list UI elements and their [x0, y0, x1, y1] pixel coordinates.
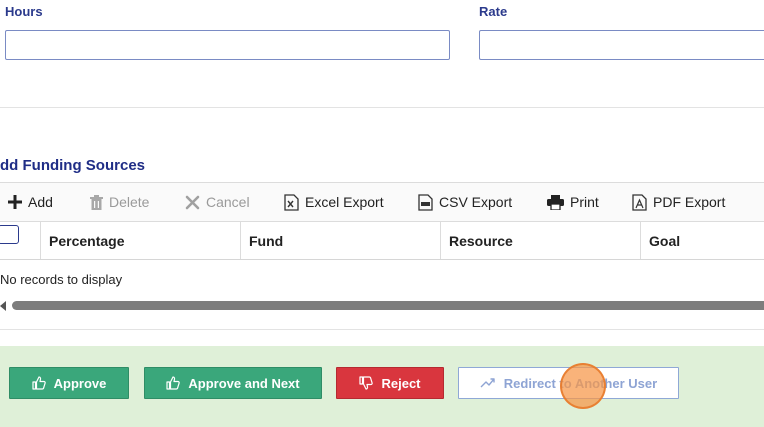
- column-header-fund[interactable]: Fund: [240, 222, 440, 259]
- grid-toolbar: Add Delete Cancel Excel Export CSV Expor…: [0, 182, 764, 222]
- thumbs-up-icon: [166, 376, 181, 390]
- approve-button[interactable]: Approve: [9, 367, 129, 399]
- add-button[interactable]: Add: [8, 183, 53, 221]
- plus-icon: [8, 195, 22, 209]
- select-all-checkbox[interactable]: [0, 225, 19, 244]
- csv-export-button[interactable]: CSV Export: [418, 183, 512, 221]
- hours-label: Hours: [5, 4, 43, 19]
- empty-grid-message: No records to display: [0, 272, 123, 287]
- delete-label: Delete: [109, 194, 150, 210]
- approve-label: Approve: [53, 375, 107, 391]
- column-header-percentage[interactable]: Percentage: [40, 222, 240, 259]
- grid-bottom-divider: [0, 329, 764, 330]
- csv-file-icon: [418, 193, 433, 211]
- thumbs-down-icon: [359, 376, 374, 390]
- rate-label: Rate: [479, 4, 508, 19]
- hours-input[interactable]: [5, 30, 450, 60]
- trash-icon: [90, 194, 103, 210]
- column-header-goal[interactable]: Goal: [640, 222, 764, 259]
- cancel-button[interactable]: Cancel: [185, 183, 250, 221]
- trending-arrow-icon: [480, 378, 495, 388]
- funding-section-title: dd Funding Sources: [0, 157, 145, 174]
- printer-icon: [547, 194, 564, 210]
- add-label: Add: [28, 194, 53, 210]
- csv-export-label: CSV Export: [439, 194, 513, 210]
- excel-export-button[interactable]: Excel Export: [284, 183, 384, 221]
- grid-header: Percentage Fund Resource Goal: [0, 222, 764, 260]
- close-icon: [185, 195, 200, 209]
- pdf-export-button[interactable]: PDF Export: [632, 183, 725, 221]
- reject-button[interactable]: Reject: [336, 367, 444, 399]
- approve-and-next-button[interactable]: Approve and Next: [144, 367, 322, 399]
- rate-input[interactable]: [479, 30, 764, 60]
- excel-file-icon: [284, 193, 299, 211]
- cancel-label: Cancel: [206, 194, 250, 210]
- print-button[interactable]: Print: [547, 183, 599, 221]
- horizontal-scrollbar[interactable]: [0, 299, 764, 313]
- reject-label: Reject: [381, 375, 421, 391]
- excel-export-label: Excel Export: [305, 194, 384, 210]
- click-indicator: [560, 363, 606, 409]
- pdf-file-icon: [632, 193, 647, 211]
- approve-and-next-label: Approve and Next: [188, 375, 300, 391]
- scrollbar-thumb[interactable]: [12, 301, 764, 310]
- print-label: Print: [570, 194, 599, 210]
- column-header-resource[interactable]: Resource: [440, 222, 640, 259]
- scroll-left-arrow-icon[interactable]: [0, 301, 6, 311]
- delete-button[interactable]: Delete: [90, 183, 149, 221]
- thumbs-up-icon: [32, 376, 46, 390]
- page: Hours Rate dd Funding Sources Add Delete: [0, 0, 764, 427]
- section-divider: [0, 107, 764, 108]
- pdf-export-label: PDF Export: [653, 194, 726, 210]
